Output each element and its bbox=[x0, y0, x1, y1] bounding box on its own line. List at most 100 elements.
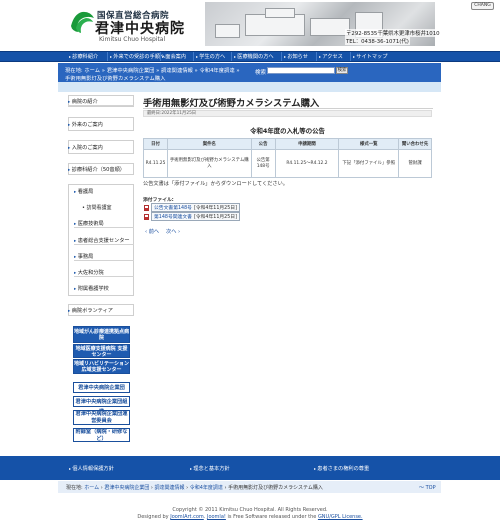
breadcrumb-sep: » bbox=[236, 68, 240, 74]
attachment-link[interactable]: 公告文書第148号 bbox=[154, 204, 192, 211]
sidebar-item-tech[interactable]: 医療技術局 bbox=[74, 220, 134, 228]
hospital-logo-icon[interactable] bbox=[68, 8, 96, 36]
back-to-top-link[interactable]: ～ TOP bbox=[419, 484, 436, 491]
designed-prefix: Designed by bbox=[137, 514, 169, 520]
banner-appendix[interactable]: 附録室（病院・研修など） bbox=[73, 428, 130, 442]
designed-suffix: is Free Software released under the bbox=[227, 514, 317, 520]
attachment-date: [令和4年11月25日] bbox=[193, 215, 237, 220]
page-title: 手術用無影灯及び術野カメラシステム購入 bbox=[143, 95, 433, 109]
nav-divider bbox=[160, 52, 161, 61]
sidebar-item-school[interactable]: 附属看護学校 bbox=[74, 285, 134, 292]
license-link[interactable]: GNU/GPL License. bbox=[318, 514, 363, 520]
breadcrumb-current: 手術用無影灯及び術野カメラシステム購入 bbox=[65, 76, 166, 82]
notice-title: 令和4年度の入札等の公告 bbox=[250, 127, 325, 135]
pdf-icon bbox=[144, 213, 149, 220]
publish-date: 最終日:2022年11月25日 bbox=[143, 110, 432, 117]
search-label: 検索 bbox=[255, 70, 267, 76]
nav-item-departments[interactable]: 診療科紹介 bbox=[69, 51, 98, 62]
cell-notice: 公告第148号 bbox=[250, 149, 276, 178]
next-link[interactable]: 次へ › bbox=[166, 228, 180, 235]
content-band bbox=[58, 82, 441, 92]
hospital-address: 〒292-8535千葉県木更津市桜井1010 bbox=[345, 29, 441, 37]
banner-org[interactable]: 君津中央病院企業団 bbox=[73, 382, 130, 393]
sidebar-item-volunteer[interactable]: 病院ボランティア bbox=[68, 307, 134, 314]
nav-item-outpatient[interactable]: 外来での受診の手順へ bbox=[110, 51, 165, 62]
banner-regional[interactable]: 地域医療支援病院 支援センター bbox=[73, 344, 130, 358]
attachment-date: [令和4年11月25日] bbox=[193, 206, 237, 211]
nav-item-news[interactable]: お知らせ bbox=[284, 51, 308, 62]
col-notice: 公告 bbox=[250, 138, 276, 150]
nav-divider bbox=[231, 52, 232, 61]
sidebar-item-outpatient[interactable]: 外来のご案内 bbox=[68, 121, 134, 128]
footer-link-privacy[interactable]: 個人情報保護方針 bbox=[69, 465, 114, 472]
nav-divider bbox=[193, 52, 194, 61]
footer-crumb-current: 手術用無影灯及び術野カメラシステム購入 bbox=[228, 485, 323, 491]
nav-item-sitemap[interactable]: サイトマップ bbox=[353, 51, 387, 62]
attachment-link[interactable]: 第148号関連文書 bbox=[154, 213, 192, 220]
download-note: 公告文書は「添付ファイル」からダウンロードしてください。 bbox=[143, 181, 288, 187]
table-row: R4.11.25 手術用無影灯及び術野カメラシステム購入 公告第148号 R4.… bbox=[143, 149, 432, 178]
nav-divider bbox=[350, 52, 351, 61]
breadcrumb-procurement[interactable]: 調達関連情報 bbox=[161, 68, 193, 74]
breadcrumb-sep: » bbox=[194, 68, 198, 74]
nav-item-access[interactable]: アクセス bbox=[319, 51, 343, 62]
footer-breadcrumb: 現在地: ホーム › 君津中央病院企業団 › 調達関連情報 › 令和4年度調達 … bbox=[66, 485, 323, 491]
sidebar-item-departments[interactable]: 診療科紹介（50音順） bbox=[68, 166, 134, 173]
sidebar-item-about[interactable]: 病院の紹介 bbox=[68, 98, 134, 106]
footer-crumb-home[interactable]: ホーム bbox=[84, 485, 99, 491]
cell-date: R4.11.25 bbox=[143, 149, 168, 178]
attachment-frame: 第148号関連文書 [令和4年11月25日] bbox=[151, 212, 240, 221]
footer-crumb-org[interactable]: 君津中央病院企業団 bbox=[104, 485, 149, 491]
nav-item-students[interactable]: 学生の方へ bbox=[196, 51, 225, 62]
pdf-icon bbox=[144, 204, 149, 211]
footer-link-philosophy[interactable]: 理念と基本方針 bbox=[190, 465, 229, 472]
col-contact: 閲い合わせ先 bbox=[398, 138, 432, 150]
sidebar-item-support[interactable]: 患者総合支援センター bbox=[74, 237, 134, 245]
chevron-left-icon: ‹ bbox=[145, 229, 148, 235]
banner-committee[interactable]: 君津中央病院企業団運営委員会 bbox=[73, 410, 130, 425]
sidebar-item-branch[interactable]: 大佐和分院 bbox=[74, 269, 134, 277]
designed-by: Designed by JoomlArt.com. Joomla! is Fre… bbox=[137, 514, 363, 520]
change-button[interactable]: CHANG bbox=[471, 2, 494, 10]
attachments-label: 添付ファイル: bbox=[143, 198, 174, 203]
footer-crumb-prefix: 現在地: bbox=[66, 485, 83, 491]
nav-divider bbox=[107, 52, 108, 61]
cell-period: R4.11.25～R4.12.2 bbox=[274, 149, 340, 178]
nav-item-visit[interactable]: 面会案内 bbox=[162, 51, 186, 62]
prev-label: 前へ bbox=[148, 229, 160, 235]
cell-title: 手術用無影灯及び術野カメラシステム購入 bbox=[166, 149, 252, 178]
hospital-phone: TEL：0438-36-1071(代) bbox=[345, 37, 410, 45]
banner-structure[interactable]: 君津中央病院企業団組織 bbox=[73, 396, 130, 415]
cell-forms: 下記「添付ファイル」参照 bbox=[338, 149, 400, 178]
joomlart-link[interactable]: JoomlArt.com bbox=[170, 514, 204, 520]
col-title: 案件名 bbox=[166, 138, 252, 150]
sidebar-item-home-nursing[interactable]: 訪問看護室 bbox=[82, 204, 112, 211]
footer-crumb-year[interactable]: 令和4年度調達 bbox=[190, 485, 223, 491]
nav-item-medical[interactable]: 医療機関の方へ bbox=[234, 51, 273, 62]
col-forms: 様式一覧 bbox=[338, 138, 400, 150]
sidebar-item-nursing[interactable]: 看護局 bbox=[74, 188, 134, 195]
footer-crumb-procurement[interactable]: 調達関連情報 bbox=[155, 485, 185, 491]
footer-link-rights[interactable]: 患者さまの権利の尊重 bbox=[314, 465, 369, 472]
attachment-item: 第148号関連文書 [令和4年11月25日] bbox=[144, 212, 240, 221]
breadcrumb-year[interactable]: 令和4年度調達 bbox=[199, 68, 234, 74]
table-header-row: 日付 案件名 公告 申請期間 様式一覧 閲い合わせ先 bbox=[143, 138, 432, 150]
chevron-right-icon: › bbox=[178, 229, 181, 235]
nav-divider bbox=[316, 52, 317, 61]
breadcrumb: 現在地: ホーム » 君津中央病院企業団 » 調達関連情報 » 令和4年度調達 … bbox=[65, 66, 240, 74]
nav-divider bbox=[281, 52, 282, 61]
sidebar-item-inpatient[interactable]: 入院のご案内 bbox=[68, 144, 134, 151]
bid-table: 日付 案件名 公告 申請期間 様式一覧 閲い合わせ先 R4.11.25 手術用無… bbox=[143, 138, 432, 178]
sidebar-item-admin[interactable]: 事務局 bbox=[74, 253, 134, 261]
search-input[interactable] bbox=[267, 67, 335, 74]
attachment-item: 公告文書第148号 [令和4年11月25日] bbox=[144, 203, 240, 212]
logo-title[interactable]: 君津中央病院 bbox=[95, 18, 185, 38]
next-label: 次へ bbox=[166, 229, 177, 235]
prev-link[interactable]: ‹ 前へ bbox=[145, 228, 159, 235]
copyright: Copyright © 2011 Kimitsu Chuo Hospital. … bbox=[172, 507, 328, 513]
banner-cancer[interactable]: 地域がん診療連携拠点病院 bbox=[73, 326, 130, 343]
joomla-link[interactable]: Joomla! bbox=[207, 514, 226, 520]
cell-contact: 管財課 bbox=[398, 149, 432, 178]
banner-rehab[interactable]: 地域リハビリテーション広域支援センター bbox=[73, 359, 130, 374]
search-button[interactable]: 検索 bbox=[336, 67, 348, 74]
